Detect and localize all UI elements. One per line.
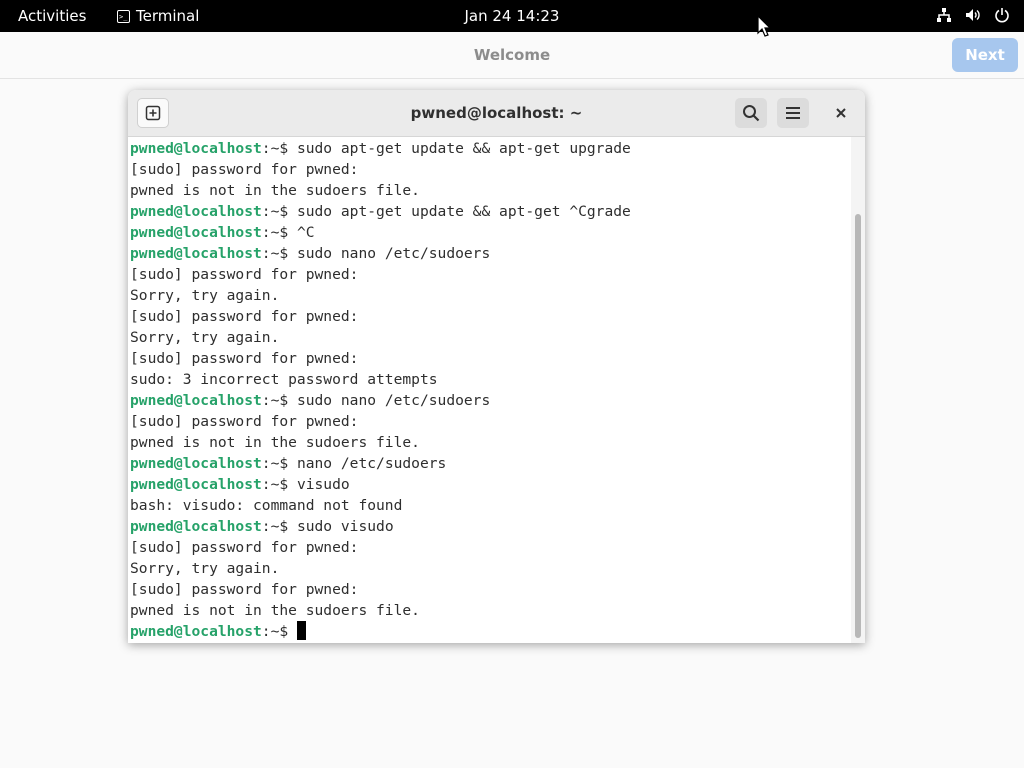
new-tab-button[interactable] xyxy=(137,98,169,128)
output-line: [sudo] password for pwned: xyxy=(130,159,631,180)
prompt-user: pwned@localhost xyxy=(130,203,262,220)
prompt-line: pwned@localhost:~$ sudo apt-get update &… xyxy=(130,201,631,222)
terminal-output[interactable]: pwned@localhost:~$ sudo apt-get update &… xyxy=(128,137,850,643)
app-menu-label: Terminal xyxy=(136,7,200,25)
prompt-user: pwned@localhost xyxy=(130,455,262,472)
output-line: pwned is not in the sudoers file. xyxy=(130,432,631,453)
prompt-path: :~$ xyxy=(261,392,297,409)
prompt-path: :~$ xyxy=(261,140,297,157)
output-line: bash: visudo: command not found xyxy=(130,495,631,516)
output-line: [sudo] password for pwned: xyxy=(130,411,631,432)
prompt-path: :~$ xyxy=(261,623,297,640)
prompt-user: pwned@localhost xyxy=(130,392,262,409)
command-text: sudo apt-get update && apt-get ^Cgrade xyxy=(296,203,631,220)
terminal-headerbar[interactable]: pwned@localhost: ~ xyxy=(128,90,865,137)
output-text: bash: visudo: command not found xyxy=(130,497,403,514)
output-text: Sorry, try again. xyxy=(130,329,280,346)
output-line: Sorry, try again. xyxy=(130,327,631,348)
prompt-user: pwned@localhost xyxy=(130,140,262,157)
output-text: [sudo] password for pwned: xyxy=(130,161,359,178)
prompt-line: pwned@localhost:~$ sudo visudo xyxy=(130,516,631,537)
prompt-path: :~$ xyxy=(261,203,297,220)
output-line: Sorry, try again. xyxy=(130,558,631,579)
prompt-path: :~$ xyxy=(261,224,297,241)
search-button[interactable] xyxy=(735,98,767,128)
output-text: pwned is not in the sudoers file. xyxy=(130,434,420,451)
output-line: pwned is not in the sudoers file. xyxy=(130,180,631,201)
terminal-lines: pwned@localhost:~$ sudo apt-get update &… xyxy=(130,138,631,642)
prompt-user: pwned@localhost xyxy=(130,623,262,640)
search-icon xyxy=(743,105,760,122)
menu-button[interactable] xyxy=(777,98,809,128)
command-text: visudo xyxy=(296,476,350,493)
hamburger-menu-icon xyxy=(786,107,800,119)
prompt-user: pwned@localhost xyxy=(130,245,262,262)
scrollbar-thumb[interactable] xyxy=(855,214,861,638)
output-text: [sudo] password for pwned: xyxy=(130,350,359,367)
command-text: sudo visudo xyxy=(296,518,394,535)
prompt-user: pwned@localhost xyxy=(130,224,262,241)
vertical-scrollbar[interactable] xyxy=(851,137,865,643)
output-text: [sudo] password for pwned: xyxy=(130,581,359,598)
top-bar: Activities >_ Terminal Jan 24 14:23 xyxy=(0,0,1024,32)
command-text: sudo apt-get update && apt-get upgrade xyxy=(296,140,631,157)
close-icon xyxy=(836,108,846,118)
activities-button[interactable]: Activities xyxy=(18,7,86,25)
terminal-window: pwned@localhost: ~ pwned@localhost:~$ su… xyxy=(128,90,865,643)
output-line: [sudo] password for pwned: xyxy=(130,579,631,600)
prompt-line: pwned@localhost:~$ sudo nano /etc/sudoer… xyxy=(130,243,631,264)
prompt-line: pwned@localhost:~$ nano /etc/sudoers xyxy=(130,453,631,474)
output-line: [sudo] password for pwned: xyxy=(130,537,631,558)
prompt-line: pwned@localhost:~$ xyxy=(130,621,631,642)
command-text: nano /etc/sudoers xyxy=(296,455,447,472)
command-text: sudo nano /etc/sudoers xyxy=(296,245,491,262)
next-button[interactable]: Next xyxy=(952,38,1018,72)
command-text: sudo nano /etc/sudoers xyxy=(296,392,491,409)
prompt-path: :~$ xyxy=(261,476,297,493)
network-icon[interactable] xyxy=(936,7,952,23)
system-tray[interactable] xyxy=(936,7,1010,23)
output-text: Sorry, try again. xyxy=(130,560,280,577)
mouse-pointer-icon xyxy=(757,14,772,41)
text-cursor xyxy=(296,621,306,640)
power-icon[interactable] xyxy=(994,7,1010,23)
prompt-line: pwned@localhost:~$ sudo apt-get update &… xyxy=(130,138,631,159)
output-line: [sudo] password for pwned: xyxy=(130,264,631,285)
prompt-user: pwned@localhost xyxy=(130,518,262,535)
welcome-title: Welcome xyxy=(473,46,551,64)
output-line: [sudo] password for pwned: xyxy=(130,306,631,327)
output-text: [sudo] password for pwned: xyxy=(130,308,359,325)
prompt-path: :~$ xyxy=(261,455,297,472)
close-window-button[interactable] xyxy=(825,98,857,128)
output-text: sudo: 3 incorrect password attempts xyxy=(130,371,438,388)
output-line: Sorry, try again. xyxy=(130,285,631,306)
output-text: pwned is not in the sudoers file. xyxy=(130,182,420,199)
new-tab-icon xyxy=(145,105,161,121)
volume-icon[interactable] xyxy=(964,7,982,23)
output-text: pwned is not in the sudoers file. xyxy=(130,602,420,619)
command-text: ^C xyxy=(296,224,315,241)
terminal-app-icon: >_ xyxy=(117,9,130,23)
prompt-path: :~$ xyxy=(261,518,297,535)
prompt-line: pwned@localhost:~$ sudo nano /etc/sudoer… xyxy=(130,390,631,411)
prompt-user: pwned@localhost xyxy=(130,476,262,493)
output-line: sudo: 3 incorrect password attempts xyxy=(130,369,631,390)
prompt-path: :~$ xyxy=(261,245,297,262)
output-text: [sudo] password for pwned: xyxy=(130,539,359,556)
app-menu[interactable]: >_ Terminal xyxy=(117,7,199,25)
prompt-line: pwned@localhost:~$ visudo xyxy=(130,474,631,495)
output-text: [sudo] password for pwned: xyxy=(130,413,359,430)
output-text: [sudo] password for pwned: xyxy=(130,266,359,283)
welcome-header: Welcome xyxy=(0,32,1024,79)
output-line: pwned is not in the sudoers file. xyxy=(130,600,631,621)
output-line: [sudo] password for pwned: xyxy=(130,348,631,369)
clock[interactable]: Jan 24 14:23 xyxy=(465,7,560,25)
output-text: Sorry, try again. xyxy=(130,287,280,304)
prompt-line: pwned@localhost:~$ ^C xyxy=(130,222,631,243)
